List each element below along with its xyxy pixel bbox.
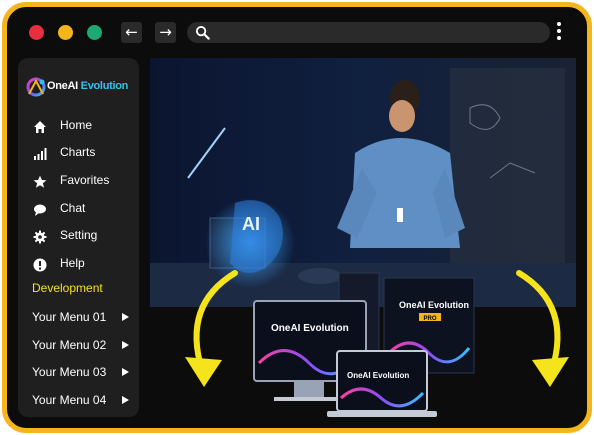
laptop-brand-text: OneAI Evolution	[347, 371, 409, 380]
close-window-button[interactable]	[29, 25, 44, 40]
sidebar-item-label: Favorites	[60, 173, 110, 187]
more-options-icon[interactable]	[555, 20, 563, 44]
sidebar-item-home[interactable]: Home	[18, 116, 139, 142]
brand-name: OneAI Evolution	[47, 80, 129, 92]
caret-right-icon	[122, 313, 129, 321]
submenu-item-label: Your Menu 03	[32, 365, 107, 379]
gear-icon	[33, 230, 47, 244]
search-icon	[195, 25, 210, 40]
bar-chart-icon	[34, 148, 47, 160]
right-curved-arrow-icon	[516, 270, 569, 387]
maximize-window-button[interactable]	[87, 25, 102, 40]
sidebar: OneAI Evolution Home Charts Favorites Ch…	[18, 58, 139, 417]
caret-right-icon	[122, 341, 129, 349]
box-badge-text: PRO	[423, 316, 436, 322]
sidebar-item-help[interactable]: Help	[18, 254, 139, 280]
submenu-item-label: Your Menu 04	[32, 393, 107, 407]
submenu-item-02[interactable]: Your Menu 02	[18, 338, 139, 362]
hologram-ai-text: AI	[242, 214, 260, 234]
sidebar-item-chat[interactable]: Chat	[18, 199, 139, 225]
help-icon	[33, 258, 47, 272]
section-heading-development: Development	[32, 281, 103, 295]
address-search-bar[interactable]	[187, 22, 550, 43]
submenu-item-label: Your Menu 02	[32, 338, 107, 352]
forward-arrow-icon: →	[159, 23, 172, 41]
submenu-item-label: Your Menu 01	[32, 310, 107, 324]
box-brand-text: OneAI Evolution	[399, 300, 469, 310]
sidebar-item-label: Help	[60, 256, 85, 270]
monitor-brand-text: OneAI Evolution	[271, 323, 349, 334]
search-input[interactable]	[215, 22, 540, 43]
back-button[interactable]: ←	[121, 22, 142, 43]
sidebar-item-label: Setting	[60, 228, 98, 242]
minimize-window-button[interactable]	[58, 25, 73, 40]
chat-bubble-icon	[34, 204, 46, 216]
home-icon	[34, 121, 46, 133]
submenu-item-03[interactable]: Your Menu 03	[18, 365, 139, 389]
caret-right-icon	[122, 368, 129, 376]
sidebar-item-label: Chat	[60, 201, 86, 215]
sidebar-item-setting[interactable]: Setting	[18, 226, 139, 252]
sidebar-item-charts[interactable]: Charts	[18, 143, 139, 169]
browser-toolbar: ← →	[7, 7, 587, 57]
brand-logo-mark	[26, 77, 46, 97]
forward-button[interactable]: →	[155, 22, 176, 43]
browser-window: ← → OneAI Evolution Home Charts Favorite…	[2, 2, 592, 433]
product-bundle-image: OneAI Evolution PRO OneAI Evolution OneA…	[253, 272, 475, 417]
submenu-item-04[interactable]: Your Menu 04	[18, 393, 139, 417]
sidebar-item-label: Charts	[60, 145, 96, 159]
sidebar-item-label: Home	[60, 118, 93, 132]
brand-logo: OneAI Evolution	[25, 76, 135, 100]
sidebar-item-favorites[interactable]: Favorites	[18, 171, 139, 197]
submenu-item-01[interactable]: Your Menu 01	[18, 310, 139, 334]
star-icon	[33, 175, 47, 188]
caret-right-icon	[122, 396, 129, 404]
back-arrow-icon: ←	[125, 23, 138, 41]
